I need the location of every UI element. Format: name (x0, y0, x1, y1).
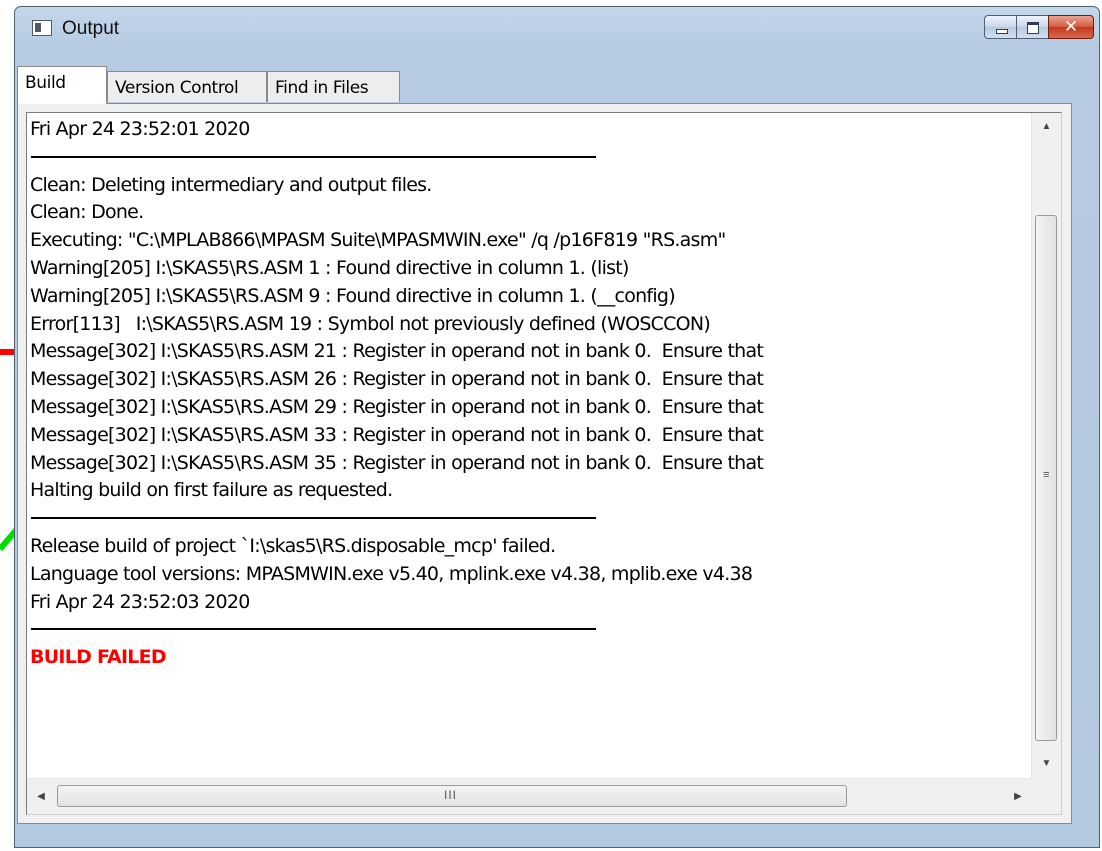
output-line: Error[113] I:\SKAS5\RS.ASM 19 : Symbol n… (30, 312, 711, 335)
vertical-scroll-thumb[interactable]: ≡ (1035, 215, 1057, 741)
tab-find-in-files[interactable]: Find in Files (267, 71, 400, 102)
output-line: Executing: "C:\MPLAB866\MPASM Suite\MPAS… (30, 229, 726, 252)
scroll-left-icon[interactable]: ◀ (27, 783, 55, 811)
tab-version-control[interactable]: Version Control (107, 71, 267, 102)
output-line: Warning[205] I:\SKAS5\RS.ASM 1 : Found d… (30, 256, 629, 279)
scroll-right-icon[interactable]: ▶ (1004, 783, 1032, 811)
output-line: Language tool versions: MPASMWIN.exe v5.… (30, 562, 753, 585)
output-line: Release build of project `I:\skas5\RS.di… (30, 534, 556, 557)
output-panel: Fri Apr 24 23:52:01 2020 Clean: Deleting … (17, 103, 1072, 824)
maximize-button[interactable] (1016, 15, 1049, 39)
grip-icon: ≡ (1043, 469, 1050, 481)
output-line: Clean: Done. (30, 201, 144, 224)
window-icon (32, 20, 52, 36)
separator-line (30, 505, 1030, 533)
separator-line (30, 616, 1030, 644)
scroll-down-icon[interactable]: ▼ (1032, 750, 1061, 778)
output-line: Clean: Deleting intermediary and output … (30, 173, 432, 196)
separator-line (30, 144, 1030, 172)
output-line: Warning[205] I:\SKAS5\RS.ASM 9 : Found d… (30, 284, 676, 307)
scrollbar-corner (1031, 778, 1061, 814)
horizontal-scrollbar[interactable]: ◀ III ▶ (27, 778, 1032, 814)
caption-buttons: ✕ (984, 15, 1094, 39)
scroll-up-icon[interactable]: ▲ (1032, 113, 1061, 141)
horizontal-scroll-thumb[interactable]: III (57, 785, 847, 807)
output-line: Fri Apr 24 23:52:03 2020 (30, 590, 250, 613)
output-lines: Fri Apr 24 23:52:01 2020 Clean: Deleting … (30, 116, 1030, 776)
output-line: Message[302] I:\SKAS5\RS.ASM 26 : Regist… (30, 368, 764, 391)
build-failed-text: BUILD FAILED (30, 646, 167, 669)
close-icon: ✕ (1063, 17, 1079, 36)
output-line: Message[302] I:\SKAS5\RS.ASM 29 : Regist… (30, 395, 764, 418)
output-line: Message[302] I:\SKAS5\RS.ASM 33 : Regist… (30, 423, 764, 446)
tab-build[interactable]: Build (17, 66, 107, 104)
minimize-button[interactable] (984, 15, 1017, 39)
grip-icon: III (444, 788, 458, 802)
output-line: Message[302] I:\SKAS5\RS.ASM 35 : Regist… (30, 451, 764, 474)
output-line: Halting build on first failure as reques… (30, 479, 393, 502)
close-button[interactable]: ✕ (1048, 15, 1094, 39)
output-line: Message[302] I:\SKAS5\RS.ASM 21 : Regist… (30, 340, 764, 363)
vertical-scrollbar[interactable]: ▲ ≡ ▼ (1031, 113, 1061, 778)
window-title: Output (62, 18, 120, 39)
build-output-text[interactable]: Fri Apr 24 23:52:01 2020 Clean: Deleting … (26, 112, 1062, 815)
output-line: Fri Apr 24 23:52:01 2020 (30, 118, 250, 140)
title-bar[interactable]: Output ✕ (15, 7, 1099, 39)
